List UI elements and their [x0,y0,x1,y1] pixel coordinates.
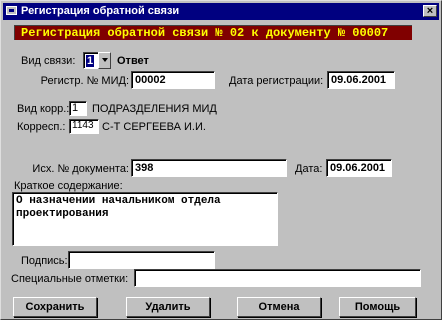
title-bar[interactable]: Регистрация обратной связи × [3,3,439,20]
special-notes-field[interactable] [134,269,421,287]
chevron-down-icon[interactable] [98,52,111,69]
outgoing-number-field[interactable]: 398 [131,159,287,177]
signature-field[interactable] [68,251,215,269]
feedback-registration-window: Регистрация обратной связи × Регистрация… [0,0,442,320]
reg-date-field[interactable]: 09.06.2001 [327,71,395,89]
close-button[interactable]: × [423,5,437,17]
correspondent-text: С-Т СЕРГЕЕВА И.И. [102,121,206,133]
reg-date-label: Дата регистрации: [229,75,324,87]
corr-type-field[interactable]: 1 [69,101,87,116]
signature-label: Подпись: [21,255,68,267]
link-type-text: Ответ [117,55,149,67]
corr-type-text: ПОДРАЗДЕЛЕНИЯ МИД [92,103,217,115]
correspondent-label: Корресп.: [17,121,66,133]
header-banner: Регистрация обратной связи № 02 к докуме… [14,25,412,40]
special-notes-label: Специальные отметки: [11,273,129,285]
summary-textarea[interactable]: О назначении начальником отдела проектир… [12,192,278,246]
link-type-label: Вид связи: [21,55,76,67]
cancel-button[interactable]: Отмена [237,297,321,317]
delete-button[interactable]: Удалить [126,297,210,317]
corr-type-label: Вид корр.: [17,103,70,115]
reg-number-field[interactable]: 00002 [131,71,215,89]
link-type-value: 1 [86,55,95,67]
date-label: Дата: [295,163,323,175]
window-title: Регистрация обратной связи [21,5,180,17]
link-type-select[interactable]: 1 [83,52,99,69]
outgoing-number-label: Исх. № документа: [32,163,129,175]
correspondent-field[interactable]: 1143 [69,119,99,134]
app-icon [6,6,17,15]
save-button[interactable]: Сохранить [13,297,97,317]
date-field[interactable]: 09.06.2001 [326,159,392,177]
reg-number-label: Регистр. № МИД: [40,75,129,87]
help-button[interactable]: Помощь [339,297,416,317]
summary-label: Краткое содержание: [14,180,123,192]
